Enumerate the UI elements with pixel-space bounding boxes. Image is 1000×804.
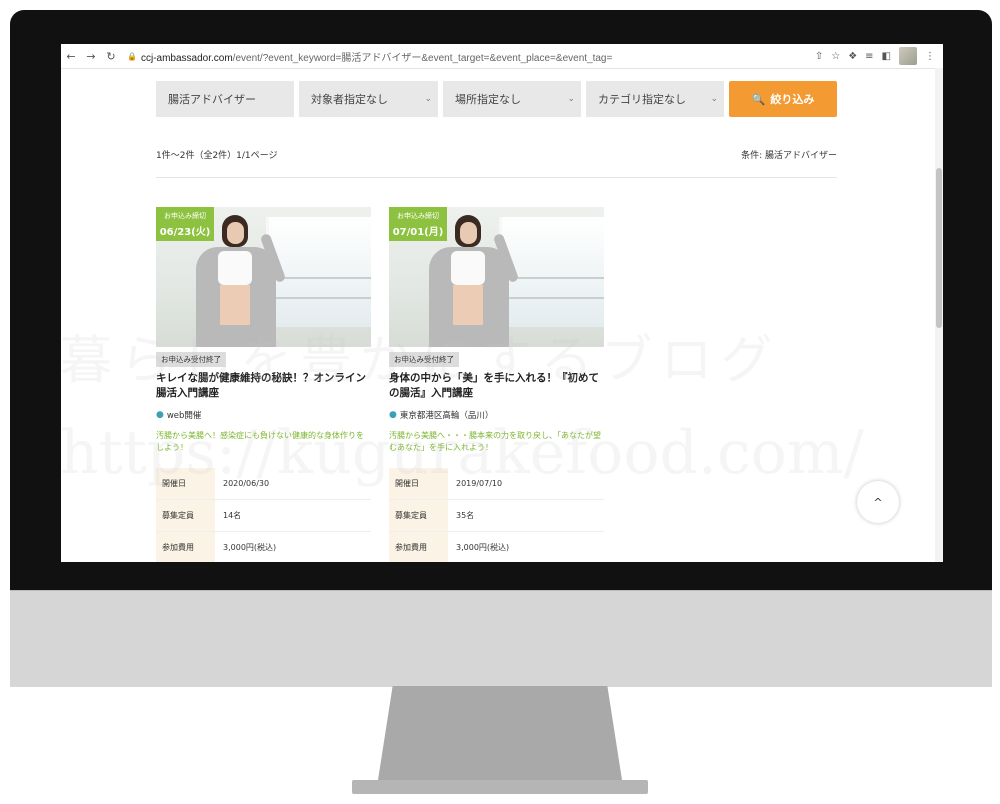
status-badge: お申込み受付終了 [389,352,459,367]
event-place: ● web開催 [156,409,371,421]
event-place-text: 東京都港区高輪（品川） [399,411,494,421]
event-photo[interactable]: お申込み締切 06/23(火) [156,207,371,347]
scroll-to-top-button[interactable]: ^ [857,481,899,523]
address-bar[interactable]: ccj-ambassador.com/event/?event_keyword=… [141,49,612,64]
photo-belly [220,285,250,325]
photo-belly [453,285,483,325]
star-icon[interactable]: ☆ [831,51,840,62]
result-condition: 条件: 腸活アドバイザー [741,151,837,161]
reading-list-icon[interactable]: ≡ [865,51,873,62]
photo-rail [499,297,604,299]
deadline-date: 07/01(月) [392,227,444,238]
location-pin-icon: ● [389,410,397,420]
event-place-text: web開催 [166,411,202,421]
place-select[interactable]: 場所指定なし ⌄ [443,81,581,117]
result-count: 1件～2件（全2件）1/1ページ [156,151,278,161]
detail-value: 2019/07/10 [448,468,604,500]
photo-top [218,251,252,285]
event-card[interactable]: お申込み締切 06/23(火) お申込み受付終了 キレイな腸が健康維持の秘訣！？… [156,207,371,562]
target-select-value: 対象者指定なし [311,94,388,106]
detail-value: 14名 [215,499,371,532]
event-details-table: 開催日 2020/06/30 募集定員 14名 参加費用 3,000円(税込) [156,468,371,562]
detail-key: 募集定員 [156,499,215,532]
deadline-badge: お申込み締切 06/23(火) [156,207,214,241]
detail-value: 2020/06/30 [215,468,371,500]
place-select-value: 場所指定なし [455,94,521,106]
deadline-label: お申込み締切 [397,212,439,220]
divider [156,177,837,178]
url-host: ccj-ambassador.com [140,52,233,64]
browser-screen: ← → ↻ 🔒 ccj-ambassador.com/event/?event_… [61,44,943,562]
table-row: 参加費用 3,000円(税込) [156,531,371,562]
reload-icon[interactable]: ↻ [101,50,121,63]
table-row: 募集定員 35名 [389,499,604,532]
event-title[interactable]: キレイな腸が健康維持の秘訣！？オンライン腸活入門講座 [156,371,371,401]
target-select[interactable]: 対象者指定なし ⌄ [299,81,438,117]
event-details-table: 開催日 2019/07/10 募集定員 35名 参加費用 3,000円(税込) [389,468,604,562]
status-badge: お申込み受付終了 [156,352,226,367]
photo-face [460,222,477,244]
search-icon: 🔍 [751,92,766,106]
event-card[interactable]: お申込み締切 07/01(月) お申込み受付終了 身体の中から「美」を手に入れる… [389,207,604,562]
chevron-down-icon: ⌄ [710,93,718,103]
table-row: 募集定員 14名 [156,499,371,532]
browser-actions: ⇧ ☆ ❖ ≡ ◧ ⋮ [815,47,935,65]
event-photo[interactable]: お申込み締切 07/01(月) [389,207,604,347]
lock-icon[interactable]: 🔒 [127,52,137,61]
event-description: 汚腸から美腸へ！感染症にも負けない健康的な身体作りをしよう！ [156,431,364,452]
detail-key: 参加費用 [156,531,215,562]
photo-top [451,251,485,285]
keyword-input[interactable]: 腸活アドバイザー [156,81,294,117]
search-button-label: 絞り込み [770,93,815,106]
monitor-stand-neck [378,686,622,780]
event-place: ● 東京都港区高輪（品川） [389,409,604,421]
chevron-down-icon: ⌄ [567,93,575,103]
url-path: /event/?event_keyword=腸活アドバイザー&event_tar… [232,52,613,64]
monitor-stand-base [352,780,648,794]
chevron-down-icon: ⌄ [424,93,432,103]
detail-key: 開催日 [389,468,448,500]
deadline-label: お申込み締切 [164,212,206,220]
event-description: 汚腸から美腸へ・・・腸本来の力を取り戻し、「あなたが望むあなた」を手に入れよう！ [389,431,601,452]
chevron-up-icon: ^ [873,495,883,509]
forward-icon[interactable]: → [81,50,101,63]
menu-icon[interactable]: ⋮ [925,51,935,62]
detail-key: 参加費用 [389,531,448,562]
side-panel-icon[interactable]: ◧ [882,51,891,62]
detail-key: 募集定員 [389,499,448,532]
category-select[interactable]: カテゴリ指定なし ⌄ [586,81,724,117]
table-row: 開催日 2020/06/30 [156,468,371,500]
monitor-chin [10,590,992,687]
detail-value: 3,000円(税込) [448,531,604,562]
deadline-badge: お申込み締切 07/01(月) [389,207,447,241]
keyword-input-value: 腸活アドバイザー [168,94,256,106]
search-button[interactable]: 🔍 絞り込み [729,81,837,117]
browser-toolbar: ← → ↻ 🔒 ccj-ambassador.com/event/?event_… [61,44,943,69]
location-pin-icon: ● [156,410,164,420]
extensions-icon[interactable]: ❖ [848,51,857,62]
share-icon[interactable]: ⇧ [815,51,823,62]
scrollbar-thumb[interactable] [936,168,942,328]
detail-value: 3,000円(税込) [215,531,371,562]
event-title[interactable]: 身体の中から「美」を手に入れる！『初めての腸活』入門講座 [389,371,604,401]
back-icon[interactable]: ← [61,50,81,63]
table-row: 開催日 2019/07/10 [389,468,604,500]
photo-face [227,222,244,244]
photo-rail [266,297,371,299]
category-select-value: カテゴリ指定なし [598,94,686,106]
detail-value: 35名 [448,499,604,532]
profile-avatar[interactable] [899,47,917,65]
detail-key: 開催日 [156,468,215,500]
table-row: 参加費用 3,000円(税込) [389,531,604,562]
deadline-date: 06/23(火) [159,227,211,238]
